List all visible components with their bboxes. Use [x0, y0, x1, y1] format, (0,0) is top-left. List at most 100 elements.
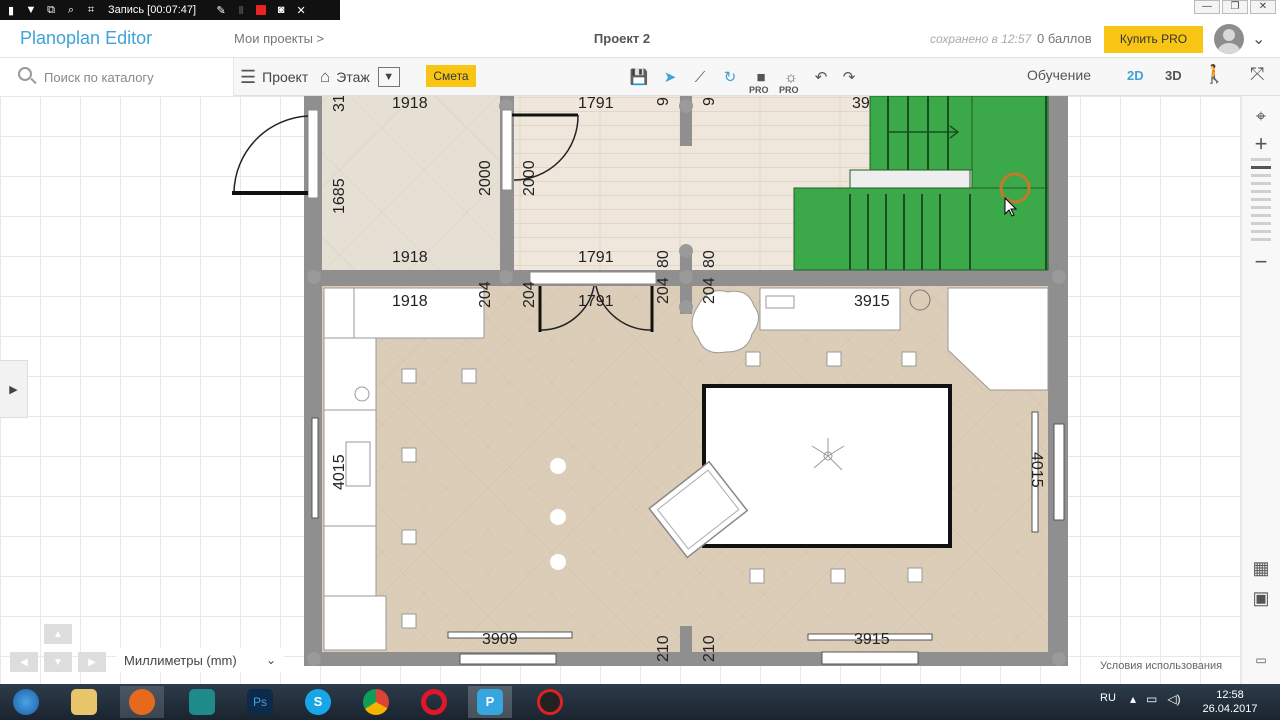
zoom-tick[interactable]	[1251, 174, 1271, 177]
zoom-tick[interactable]	[1251, 214, 1271, 217]
avatar[interactable]	[1214, 24, 1244, 54]
camera-icon[interactable]: ◙	[274, 3, 288, 17]
light-pro-icon[interactable]: ☼ PRO	[778, 64, 804, 96]
pen-icon[interactable]: ✎	[214, 3, 228, 17]
dim-label: 1791	[578, 249, 614, 266]
zoom-tick[interactable]	[1251, 158, 1271, 161]
measure-icon[interactable]: ↻	[717, 64, 743, 90]
zoom-tick[interactable]	[1251, 230, 1271, 233]
maximize-button[interactable]: ❐	[1222, 0, 1248, 14]
locate-icon[interactable]: ⌖	[1249, 104, 1273, 128]
zoom-tick[interactable]	[1251, 206, 1271, 209]
crop-icon[interactable]: ⌗	[84, 3, 98, 17]
terms-link[interactable]: Условия использования	[1100, 660, 1222, 672]
recorder-app-icon[interactable]	[528, 686, 572, 718]
firefox-icon[interactable]	[120, 686, 164, 718]
zoom-tick[interactable]	[1251, 238, 1271, 241]
image-icon[interactable]: ▣	[1249, 586, 1273, 610]
start-button[interactable]	[4, 686, 48, 718]
planoplan-icon[interactable]: P	[468, 686, 512, 718]
pan-left-button[interactable]: ◀	[10, 652, 38, 672]
view-2d-button[interactable]: 2D	[1127, 68, 1144, 83]
buy-pro-button[interactable]: Купить PRO	[1104, 26, 1203, 53]
search-input[interactable]	[44, 66, 224, 88]
pan-down-button[interactable]: ▼	[44, 652, 72, 672]
zoom-tick[interactable]	[1251, 198, 1271, 201]
zoom-tick[interactable]	[1251, 190, 1271, 193]
app-logo[interactable]: Planoplan Editor	[20, 28, 152, 49]
dim-label: 1791	[578, 293, 614, 310]
dim-label: 80	[655, 250, 672, 268]
network-icon[interactable]: ▭	[1146, 692, 1157, 706]
breadcrumb[interactable]: Мои проекты >	[234, 31, 324, 46]
dim-label: 9	[655, 97, 672, 106]
close-icon[interactable]: ✕	[294, 3, 308, 17]
dim-label: 3915	[854, 631, 890, 648]
dim-label: 1791	[578, 96, 614, 112]
search-icon	[18, 67, 32, 81]
window-controls: — ❐ ✕	[1194, 0, 1276, 14]
home-icon: ⌂	[320, 67, 331, 86]
floor-menu-label: Этаж	[336, 69, 370, 85]
grid-icon[interactable]: ▦	[1249, 556, 1273, 580]
redo-icon[interactable]: ↷	[836, 64, 862, 90]
dim-label: 4015	[331, 454, 348, 490]
floor-menu[interactable]: ⌂ Этаж ▼	[320, 58, 400, 96]
view-3d-button[interactable]: 3D	[1165, 68, 1182, 83]
minimize-button[interactable]: —	[1194, 0, 1220, 14]
window-icon[interactable]: ⧉	[44, 3, 58, 17]
dim-label: 3915	[854, 293, 890, 310]
language-indicator[interactable]: RU	[1100, 692, 1116, 704]
explorer-icon[interactable]	[62, 686, 106, 718]
archicad-icon[interactable]	[180, 686, 224, 718]
zoom-in-icon[interactable]: +	[1249, 131, 1273, 156]
undo-icon[interactable]: ↶	[808, 64, 834, 90]
menu-down-icon[interactable]: ▼	[24, 3, 38, 17]
units-value: Миллиметры (mm)	[124, 652, 237, 668]
dim-label: 204	[655, 277, 672, 304]
dim-label: 204	[477, 281, 494, 308]
camera-pro-icon[interactable]: ■ PRO	[748, 64, 774, 96]
opera-icon[interactable]	[412, 686, 456, 718]
fullscreen-icon[interactable]: ⤧	[1250, 64, 1264, 85]
dim-label: 31	[331, 96, 348, 112]
units-select[interactable]: Миллиметры (mm) ⌄	[116, 648, 284, 672]
volume-icon[interactable]: ◁)	[1167, 692, 1180, 706]
dim-label: 204	[521, 281, 538, 308]
estimate-button[interactable]: Смета	[426, 65, 476, 87]
chevron-down-icon[interactable]: ⌄	[1252, 29, 1265, 49]
tutorial-link[interactable]: Обучение	[1027, 67, 1091, 83]
pause-icon[interactable]: Ⅱ	[234, 3, 248, 17]
stop-icon[interactable]	[254, 3, 268, 17]
pointer-icon[interactable]: ➤	[657, 64, 683, 90]
logo-icon: ▮	[7, 4, 15, 17]
wall-tool-icon[interactable]: ⟋	[687, 64, 713, 90]
zoom-level-indicator[interactable]	[1251, 166, 1271, 169]
floor-dropdown-icon[interactable]: ▼	[377, 67, 400, 87]
catalog-search	[0, 58, 234, 96]
close-window-button[interactable]: ✕	[1250, 0, 1276, 14]
dim-label: 210	[655, 635, 672, 662]
catalog-expand-button[interactable]: ▶	[0, 360, 28, 418]
pan-up-button[interactable]: ▲	[44, 624, 72, 644]
save-status: сохранено в 12:57	[930, 32, 1032, 46]
walk-mode-icon[interactable]: 🚶	[1203, 64, 1225, 85]
clock[interactable]: 12:58 26.04.2017	[1200, 688, 1260, 716]
pan-right-button[interactable]: ▶	[78, 652, 106, 672]
skype-icon[interactable]: S	[296, 686, 340, 718]
chrome-icon[interactable]	[354, 686, 398, 718]
zoom-tick[interactable]	[1251, 222, 1271, 225]
dining-table	[702, 384, 952, 548]
chevron-down-icon: ⌄	[265, 653, 276, 667]
project-menu[interactable]: ☰ Проект	[240, 58, 308, 96]
clock-time: 12:58	[1216, 689, 1244, 701]
dim-label: 2000	[477, 160, 494, 196]
plan-canvas[interactable]: 1918 1791 1918 1791 1918 1791 1685 2000 …	[0, 96, 1241, 684]
panel-toggle-icon[interactable]: ▭	[1249, 648, 1273, 672]
zoom-icon[interactable]: ⌕	[64, 3, 78, 17]
tray-arrow-icon[interactable]: ▴	[1130, 692, 1136, 706]
zoom-out-icon[interactable]: −	[1249, 249, 1273, 274]
save-icon[interactable]: 💾	[626, 64, 652, 90]
photoshop-icon[interactable]: Ps	[238, 686, 282, 718]
zoom-tick[interactable]	[1251, 182, 1271, 185]
